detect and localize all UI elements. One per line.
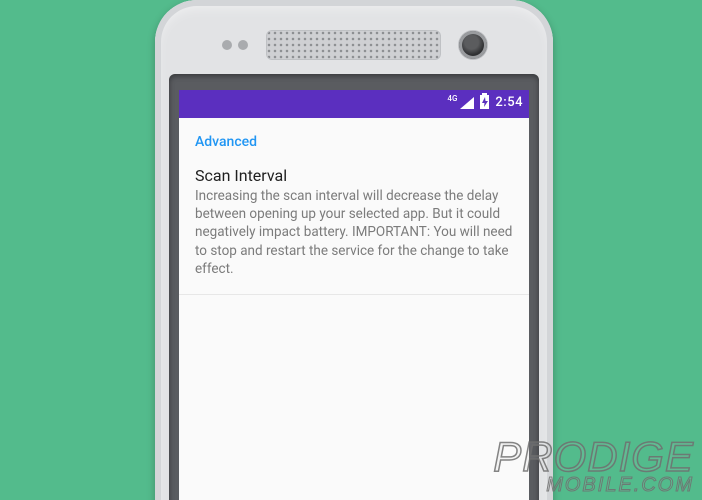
pref-title: Scan Interval: [195, 166, 513, 185]
phone-top-hardware: [155, 30, 553, 60]
status-clock: 2:54: [495, 95, 523, 110]
status-bar: 4G 2:54: [179, 90, 529, 114]
signal-icon: [460, 97, 474, 109]
network-type-label: 4G: [447, 95, 457, 103]
earpiece-speaker: [266, 30, 441, 60]
pref-scan-interval[interactable]: Scan Interval Increasing the scan interv…: [179, 158, 529, 295]
phone-frame: 4G 2:54 Advanced Scan Interval Inc: [155, 0, 553, 500]
led-dot: [238, 40, 248, 50]
front-camera: [459, 31, 487, 59]
led-dot: [222, 40, 232, 50]
cell-signal-indicator: 4G: [447, 95, 474, 109]
settings-content[interactable]: Advanced Scan Interval Increasing the sc…: [179, 118, 529, 500]
pref-summary: Increasing the scan interval will decrea…: [195, 187, 513, 278]
device-screen: 4G 2:54 Advanced Scan Interval Inc: [179, 90, 529, 500]
notification-leds: [222, 40, 248, 50]
preference-category-header: Advanced: [179, 118, 529, 158]
bolt-icon: [480, 95, 489, 109]
screen-bezel: 4G 2:54 Advanced Scan Interval Inc: [169, 74, 539, 500]
battery-charging-icon: [480, 95, 489, 109]
